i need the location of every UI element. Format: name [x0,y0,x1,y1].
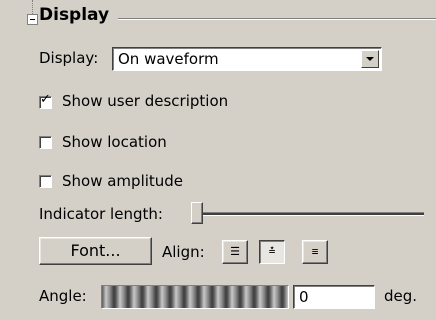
show-location-label[interactable]: Show location [62,133,167,151]
align-label: Align: [162,243,205,261]
align-right-button[interactable]: ≡ [302,240,328,264]
group-title: Display [39,5,110,25]
angle-input[interactable]: 0 [293,285,375,309]
angle-input-value: 0 [299,288,309,306]
font-button[interactable]: Font... [39,237,152,265]
angle-label: Angle: [39,287,87,305]
align-right-icon: ≡ [311,245,319,258]
align-left-button[interactable]: ☰ [222,240,248,264]
show-user-description-checkbox[interactable]: ✓ [39,92,52,109]
group-divider [118,18,436,20]
display-select[interactable]: On waveform [112,47,382,71]
align-center-button[interactable]: ≛ [259,240,285,264]
chevron-down-icon[interactable] [361,50,379,68]
indicator-length-track[interactable] [198,212,424,216]
collapse-icon[interactable] [27,14,38,25]
align-center-icon: ≛ [268,245,276,258]
display-label: Display: [39,49,99,67]
checkmark-icon: ✓ [40,92,51,107]
tree-connector [32,0,33,14]
show-location-checkbox[interactable] [39,136,52,149]
show-user-description-label[interactable]: Show user description [62,92,228,110]
align-left-icon: ☰ [230,245,240,258]
indicator-length-label: Indicator length: [39,205,163,223]
show-amplitude-label[interactable]: Show amplitude [62,172,183,190]
angle-dial[interactable] [101,285,289,309]
indicator-length-thumb[interactable] [191,202,203,224]
show-amplitude-checkbox[interactable] [39,175,52,188]
angle-unit-label: deg. [384,287,418,305]
display-select-value: On waveform [118,50,219,68]
